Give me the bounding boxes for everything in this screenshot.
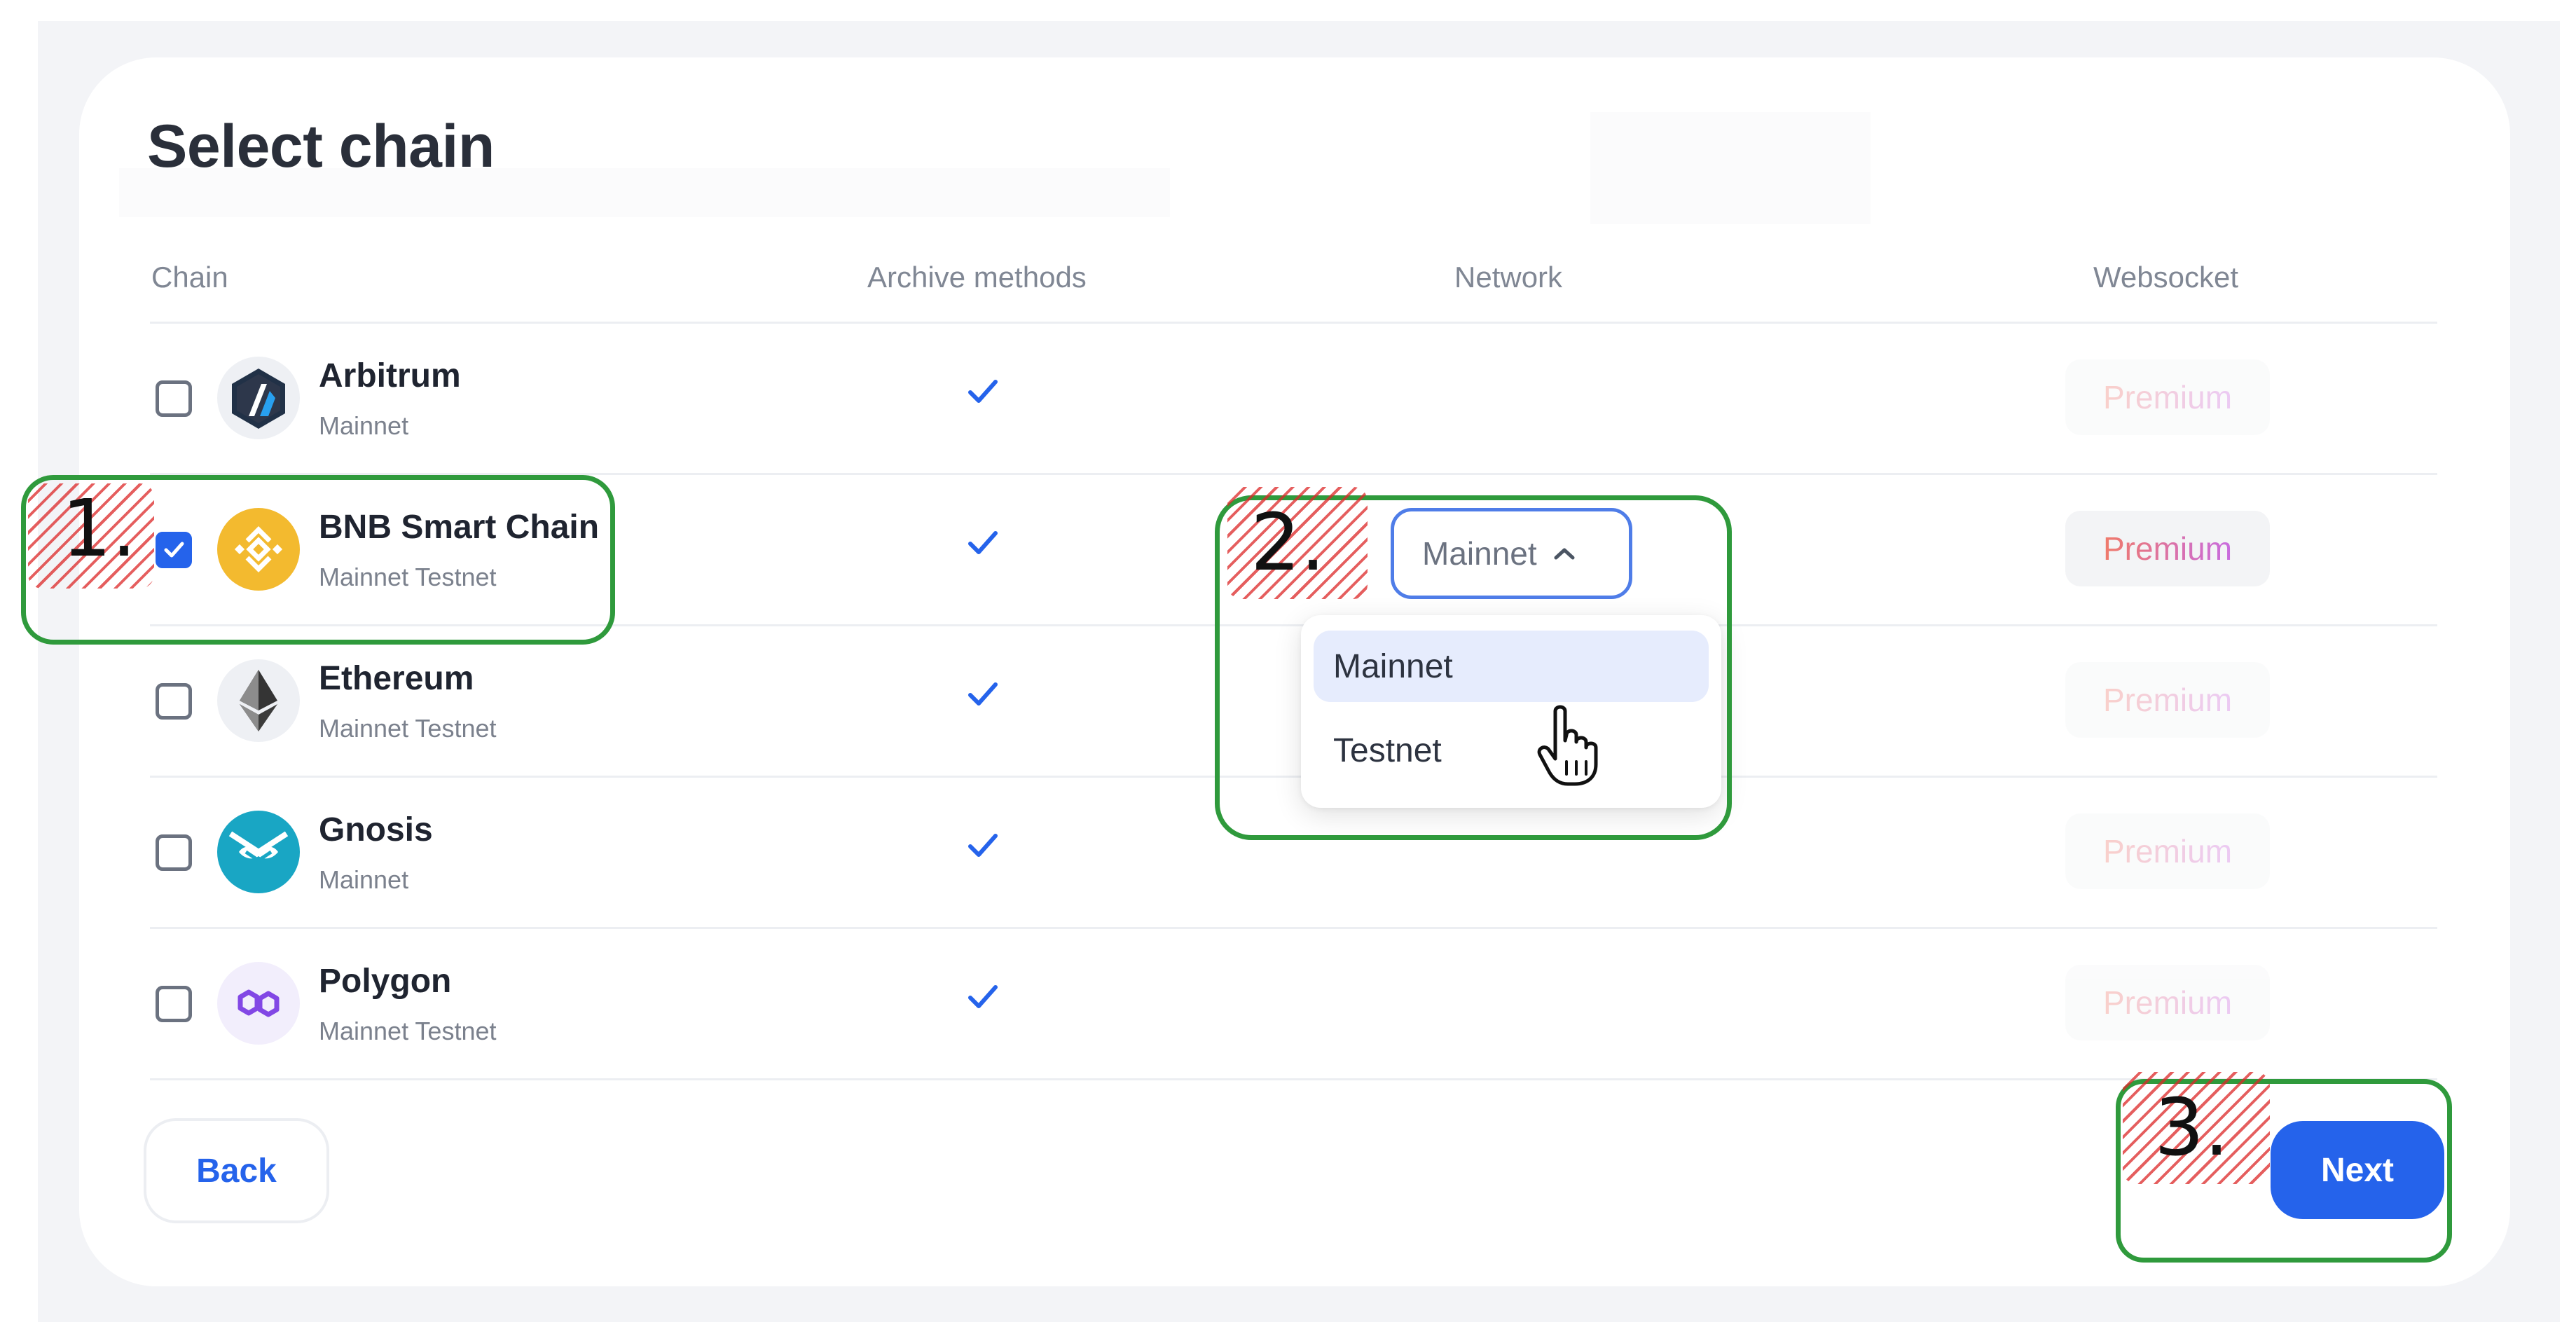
premium-badge: Premium [2065, 813, 2270, 889]
column-header-chain: Chain [151, 261, 228, 294]
premium-badge: Premium [2065, 359, 2270, 435]
row-checkbox[interactable] [156, 834, 192, 871]
table-row[interactable]: Arbitrum Mainnet Premium [0, 322, 2576, 473]
chain-networks: Mainnet Testnet [319, 714, 497, 743]
page-title: Select chain [147, 113, 495, 180]
table-row[interactable]: Polygon Mainnet Testnet Premium [0, 927, 2576, 1078]
chain-name: Polygon [319, 963, 452, 1000]
chain-networks: Mainnet [319, 411, 409, 440]
column-header-websocket: Websocket [2093, 261, 2238, 294]
premium-badge: Premium [2065, 662, 2270, 738]
column-header-archive: Archive methods [867, 261, 1087, 294]
row-checkbox[interactable] [156, 380, 192, 417]
chain-networks: Mainnet Testnet [319, 1017, 497, 1045]
back-button[interactable]: Back [144, 1118, 329, 1223]
annotation-label-step2: 2. [1251, 497, 1325, 589]
row-checkbox[interactable] [156, 986, 192, 1022]
chain-name: Arbitrum [319, 357, 461, 394]
chain-networks: Mainnet [319, 865, 409, 894]
row-checkbox[interactable] [156, 683, 192, 720]
arbitrum-logo-icon [217, 357, 300, 439]
chain-name: Gnosis [319, 811, 433, 848]
ghost-shape [1590, 112, 1871, 224]
polygon-logo-icon [217, 962, 300, 1045]
gnosis-logo-icon [217, 811, 300, 893]
column-header-network: Network [1454, 261, 1563, 294]
annotation-label-step3: 3. [2154, 1082, 2229, 1174]
premium-badge: Premium [2065, 965, 2270, 1040]
annotation-label-step1: 1. [62, 483, 137, 575]
check-icon [968, 985, 998, 1008]
ethereum-logo-icon [217, 659, 300, 742]
check-icon [968, 531, 998, 554]
check-icon [968, 682, 998, 706]
premium-badge: Premium [2065, 511, 2270, 586]
check-icon [968, 380, 998, 403]
check-icon [968, 834, 998, 857]
chain-name: Ethereum [319, 660, 474, 697]
table-divider [150, 1078, 2437, 1080]
